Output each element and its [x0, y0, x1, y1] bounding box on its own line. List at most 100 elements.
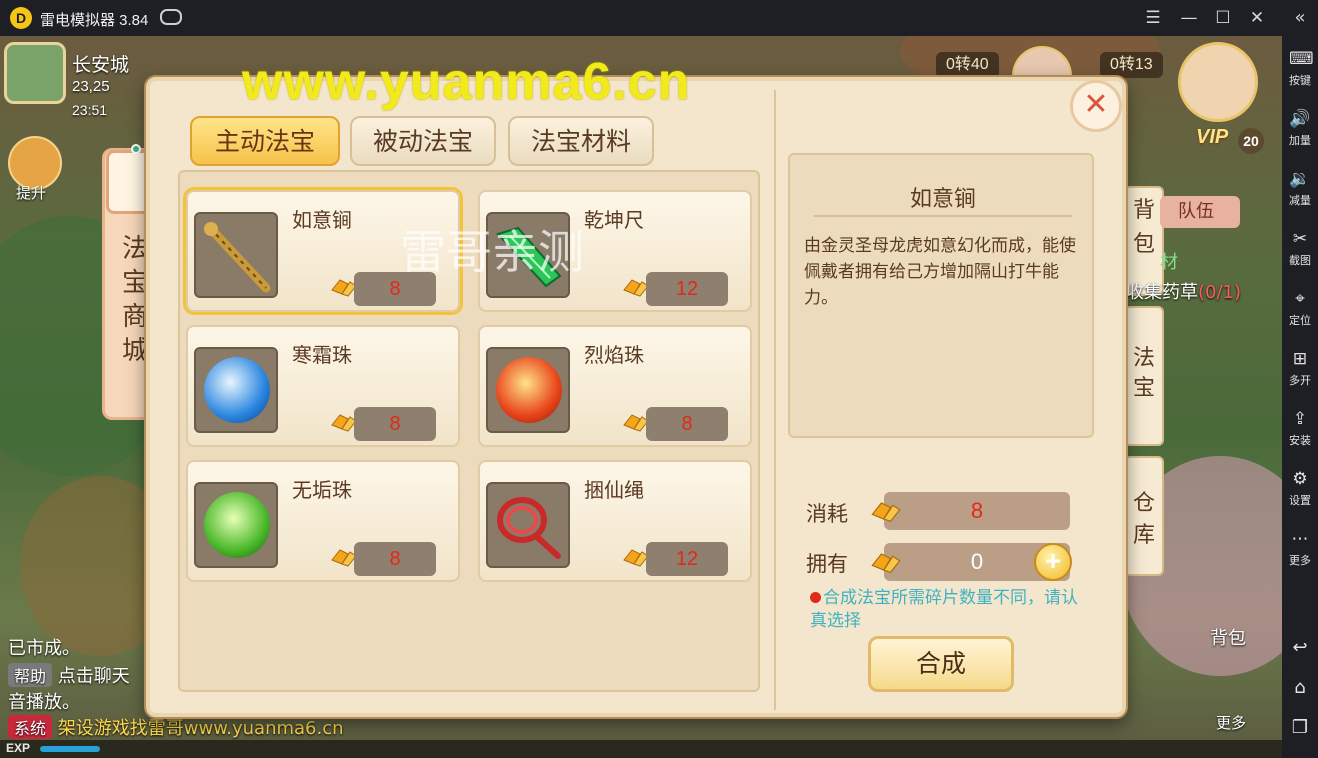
- emulator-logo-icon: D: [10, 7, 32, 29]
- synthesize-button[interactable]: 合成: [868, 636, 1014, 692]
- toolbar-item-label: 更多: [1289, 554, 1311, 567]
- toolbar-item-settings[interactable]: ⚙ 设置: [1282, 464, 1318, 522]
- flame-orb-icon: [486, 347, 570, 433]
- toolbar-item-more[interactable]: ⋯ 更多: [1282, 524, 1318, 582]
- emulator-window: D 雷电模拟器 3.84 ☰ — ☐ ✕ « ⌨ 按键 🔊 加量 🔉 减量 ✂ …: [0, 0, 1318, 758]
- more-dots-icon: ⋯: [1291, 529, 1309, 549]
- player-avatar[interactable]: [1178, 42, 1258, 122]
- watermark-url: www.yuanma6.cn: [242, 53, 691, 111]
- maximize-button[interactable]: ☐: [1210, 6, 1236, 30]
- add-fragments-button[interactable]: +: [1034, 543, 1072, 581]
- side-tab-warehouse[interactable]: 仓库: [1124, 456, 1164, 576]
- help-text: 点击聊天: [57, 666, 130, 687]
- fragment-count: 8: [354, 407, 436, 441]
- quest-name: 收集药草: [1126, 282, 1198, 303]
- item-name: 如意锏: [292, 208, 352, 232]
- flame-orb: [496, 357, 562, 423]
- toolbar-item-label: 按键: [1289, 74, 1311, 87]
- pet-level: 0转40: [936, 52, 999, 78]
- vip-badge[interactable]: VIP: [1196, 126, 1228, 149]
- frost-orb: [204, 357, 270, 423]
- item-detail-panel: 如意锏 由金灵圣母龙虎如意幻化而成，能使佩戴者拥有给己方增加隔山打牛能力。: [788, 153, 1094, 438]
- toolbar-item-multi-instance[interactable]: ⊞ 多开: [1282, 344, 1318, 402]
- coordinates: 23,25: [72, 78, 110, 95]
- close-window-button[interactable]: ✕: [1244, 6, 1270, 30]
- detail-description: 由金灵圣母龙虎如意幻化而成，能使佩戴者拥有给己方增加隔山打牛能力。: [804, 236, 1076, 308]
- side-tab-label: 法宝: [1132, 346, 1155, 401]
- fragment-count: 8: [354, 542, 436, 576]
- clock: 23:51: [72, 102, 108, 118]
- green-orb: [204, 492, 270, 558]
- detail-title: 如意锏: [909, 187, 976, 212]
- back-icon[interactable]: ↩: [1282, 630, 1318, 666]
- toolbar-item-label: 安装: [1289, 434, 1311, 447]
- treasure-item-frost[interactable]: 寒霜珠 8: [186, 325, 460, 447]
- mace-graphic: [204, 222, 271, 293]
- side-tab-label: 背包: [1132, 198, 1155, 257]
- green-orb-icon: [194, 482, 278, 568]
- exp-bar: EXP: [0, 740, 1282, 758]
- fragment-icon: [871, 502, 901, 522]
- treasure-item-pure[interactable]: 无垢珠 8: [186, 460, 460, 582]
- cost-value: 8: [884, 492, 1070, 530]
- location-pin-icon: ⌖: [1295, 289, 1305, 309]
- toolbar-item-keymap[interactable]: ⌨ 按键: [1282, 44, 1318, 102]
- home-icon[interactable]: ⌂: [1282, 670, 1318, 706]
- minimap-button[interactable]: [4, 42, 66, 104]
- volume-down-icon: 🔉: [1289, 169, 1311, 189]
- keyboard-icon: ⌨: [1289, 49, 1314, 69]
- help-channel-tag: 帮助: [8, 663, 53, 687]
- gamepad-icon[interactable]: [160, 9, 182, 25]
- recent-apps-icon[interactable]: ❐: [1282, 710, 1318, 746]
- more-button[interactable]: 更多: [1216, 712, 1246, 733]
- item-name: 寒霜珠: [292, 343, 352, 367]
- treasure-item-rope[interactable]: 捆仙绳 12: [478, 460, 752, 582]
- team-button[interactable]: 队伍: [1160, 196, 1240, 228]
- side-tab-treasure[interactable]: 法宝: [1124, 306, 1164, 446]
- fragment-icon: [871, 553, 901, 573]
- volume-up-icon: 🔊: [1289, 109, 1311, 129]
- fragment-count: 8: [646, 407, 728, 441]
- city-name: 长安城: [72, 54, 130, 76]
- collapse-toolbar-button[interactable]: «: [1282, 4, 1318, 32]
- exp-fill: [40, 746, 100, 752]
- chat-message-help[interactable]: 帮助 点击聊天: [8, 662, 130, 688]
- player-level: 0转13: [1100, 52, 1163, 78]
- frost-orb-icon: [194, 347, 278, 433]
- apk-install-icon: ⇪: [1292, 409, 1308, 429]
- chat-message-system[interactable]: 系统 架设游戏找雷哥www.yuanma6.cn: [8, 714, 344, 740]
- quest-progress: (0/1): [1198, 282, 1242, 303]
- toolbar-item-location[interactable]: ⌖ 定位: [1282, 284, 1318, 342]
- owned-label: 拥有: [806, 552, 848, 576]
- chat-message: 音播放。: [8, 692, 80, 713]
- quest-tracker[interactable]: 收集药草(0/1): [1126, 278, 1241, 304]
- toolbar-item-label: 加量: [1289, 134, 1311, 147]
- upgrade-label: 提升: [16, 184, 47, 202]
- red-rope-icon: [486, 482, 570, 568]
- toolbar-item-screenshot[interactable]: ✂ 截图: [1282, 224, 1318, 282]
- hint-text: 合成法宝所需碎片数量不同，请认真选择: [810, 588, 1078, 631]
- treasure-item-flame[interactable]: 烈焰珠 8: [478, 325, 752, 447]
- toolbar-item-label: 多开: [1289, 374, 1311, 387]
- rope-graphic: [497, 497, 561, 559]
- tab-ornament-gem: [131, 144, 141, 154]
- tab-passive-treasure[interactable]: 被动法宝: [350, 116, 496, 166]
- item-name: 捆仙绳: [584, 478, 644, 502]
- toolbar-item-label: 设置: [1289, 494, 1311, 507]
- toolbar-item-label: 定位: [1289, 314, 1311, 327]
- tab-active-treasure[interactable]: 主动法宝: [190, 116, 340, 166]
- toolbar-item-label: 截图: [1289, 254, 1311, 267]
- team-label: 队伍: [1178, 201, 1214, 222]
- tab-treasure-materials[interactable]: 法宝材料: [508, 116, 654, 166]
- bag-button[interactable]: 背包: [1210, 624, 1246, 650]
- item-name: 烈焰珠: [584, 343, 644, 367]
- panel-divider: [774, 90, 776, 710]
- minimize-button[interactable]: —: [1176, 6, 1202, 30]
- toolbar-item-volume-down[interactable]: 🔉 减量: [1282, 164, 1318, 222]
- close-dialog-button[interactable]: ✕: [1070, 80, 1122, 132]
- toolbar-item-volume-up[interactable]: 🔊 加量: [1282, 104, 1318, 162]
- menu-button[interactable]: ☰: [1140, 6, 1166, 30]
- detail-divider: [814, 215, 1072, 217]
- red-dot-icon: [810, 592, 821, 603]
- toolbar-item-install[interactable]: ⇪ 安装: [1282, 404, 1318, 462]
